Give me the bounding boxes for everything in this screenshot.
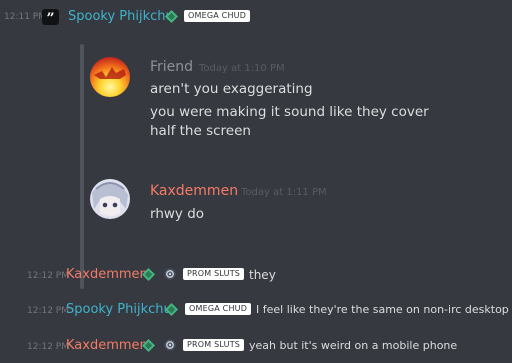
verified-gem-icon xyxy=(165,10,178,23)
message-text: I feel like they're the same on non-irc … xyxy=(256,303,509,316)
quote-timestamp: Today at 1:10 PM xyxy=(199,63,285,74)
message-role-badge: OMEGA CHUD xyxy=(185,303,252,315)
message-text: yeah but it's weird on a mobile phone xyxy=(249,339,458,352)
quote-line: you were making it sound like they cover xyxy=(150,104,429,120)
message-timestamp: 12:12 PM xyxy=(27,306,69,316)
message-username[interactable]: Spooky Phijkchu xyxy=(66,302,172,317)
kaxdemmen-avatar[interactable] xyxy=(90,179,130,219)
quote-line: aren't you exaggerating xyxy=(150,81,313,97)
message-role-badge: PROM SLUTS xyxy=(183,339,245,351)
quote-icon[interactable]: ” xyxy=(42,9,59,27)
message-timestamp: 12:12 PM xyxy=(27,342,69,352)
spiral-icon xyxy=(164,268,176,280)
header-username[interactable]: Spooky Phijkchu xyxy=(68,9,174,24)
quote-timestamp: Today at 1:11 PM xyxy=(241,187,327,198)
verified-gem-icon xyxy=(165,303,178,316)
quote-bar xyxy=(80,44,84,289)
friend-avatar[interactable] xyxy=(90,57,130,97)
header-timestamp: 12:11 PM xyxy=(4,12,46,22)
verified-gem-icon xyxy=(142,339,155,352)
spiral-icon xyxy=(164,339,176,351)
message-text: they xyxy=(249,268,276,282)
quote-line: rhwy do xyxy=(150,206,205,222)
quote-username[interactable]: Friend xyxy=(150,59,193,75)
quote-line: half the screen xyxy=(150,123,251,139)
header-role-badge: OMEGA CHUD xyxy=(184,10,251,22)
message-role-badge: PROM SLUTS xyxy=(183,268,245,280)
quote-username[interactable]: Kaxdemmen xyxy=(150,183,238,199)
message-username[interactable]: Kaxdemmen xyxy=(66,338,148,353)
message-username[interactable]: Kaxdemmen xyxy=(66,267,148,282)
message-timestamp: 12:12 PM xyxy=(27,271,69,281)
verified-gem-icon xyxy=(142,268,155,281)
